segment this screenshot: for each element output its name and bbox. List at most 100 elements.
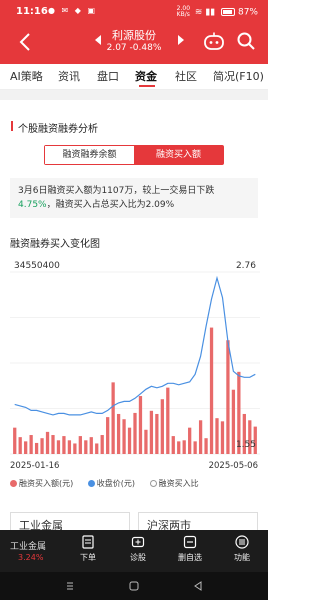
margin-buy-bar bbox=[45, 431, 50, 454]
robot-assistant-icon[interactable] bbox=[202, 31, 226, 51]
tab-ai-strategy[interactable]: AI策略 bbox=[10, 68, 43, 84]
summary-pct: 4.75% bbox=[18, 200, 47, 210]
system-nav-bar bbox=[0, 572, 268, 600]
margin-buy-bar bbox=[95, 443, 99, 454]
dock-functions-button[interactable]: 功能 bbox=[222, 535, 262, 563]
stock-change: -0.48% bbox=[129, 43, 162, 53]
segment-margin-buy[interactable]: 融资买入额 bbox=[134, 146, 223, 164]
margin-buy-bar bbox=[144, 429, 148, 454]
back-triangle-icon[interactable] bbox=[192, 580, 204, 592]
margin-buy-bar bbox=[18, 437, 22, 454]
chart-bars bbox=[13, 327, 257, 454]
margin-buy-bar bbox=[100, 435, 104, 454]
chart-svg: 34550400 2.76 1.55 2025-01-16 2025-05-06 bbox=[10, 261, 260, 471]
status-bar: 11:16 ● ✉ ◆ ▣ 2.00 KB/s ≋ ▮▮ 87% bbox=[0, 0, 268, 24]
dock-diagnose-button[interactable]: 诊股 bbox=[118, 535, 158, 563]
section-divider bbox=[0, 90, 268, 100]
summary-text-2: ，融资买入占总买入比为2.09% bbox=[46, 200, 175, 210]
margin-buy-bar bbox=[62, 436, 66, 454]
x-end-label: 2025-05-06 bbox=[209, 461, 258, 471]
margin-buy-bar bbox=[73, 443, 77, 454]
section-title: 个股融资融券分析 bbox=[18, 124, 98, 135]
legend-buy-ratio[interactable]: 融资买入比 bbox=[149, 479, 205, 488]
tab-community[interactable]: 社区 bbox=[175, 68, 197, 84]
margin-buy-bar bbox=[215, 418, 219, 454]
dock-remove-watch-button[interactable]: 删自选 bbox=[170, 535, 210, 563]
margin-buy-bar bbox=[226, 340, 230, 454]
segment-control: 融资融券余额 融资买入额 bbox=[44, 145, 224, 165]
margin-buy-bar bbox=[138, 396, 143, 454]
search-icon[interactable] bbox=[236, 31, 256, 51]
dock-order-button[interactable]: 下单 bbox=[68, 535, 108, 563]
right-min-label: 1.55 bbox=[236, 440, 256, 450]
margin-buy-bar bbox=[209, 327, 214, 454]
legend-buy-ratio-label: 融资买入比 bbox=[158, 479, 199, 488]
tab-funds[interactable]: 资金 bbox=[135, 68, 157, 84]
x-start-label: 2025-01-16 bbox=[10, 461, 59, 471]
segment-margin-balance[interactable]: 融资融券余额 bbox=[45, 146, 134, 164]
battery-level: 87% bbox=[237, 7, 258, 18]
dock-sector[interactable]: 工业金属 bbox=[10, 539, 46, 552]
margin-buy-bar bbox=[231, 389, 236, 454]
net-speed: 2.00 KB/s bbox=[177, 6, 190, 18]
stethoscope-icon bbox=[131, 536, 145, 548]
margin-buy-bar bbox=[116, 413, 121, 454]
margin-buy-bar bbox=[51, 435, 55, 454]
y-max-label: 34550400 bbox=[14, 261, 60, 271]
tab-order-book[interactable]: 盘口 bbox=[97, 68, 119, 84]
tab-news[interactable]: 资讯 bbox=[58, 68, 80, 84]
stock-quote: 2.07 -0.48% bbox=[0, 43, 268, 53]
margin-buy-bar bbox=[220, 421, 225, 454]
margin-buy-bar bbox=[111, 382, 115, 454]
legend-margin-buy[interactable]: 融资买入额(元) bbox=[10, 479, 79, 488]
tab-f10[interactable]: 简况(F10) bbox=[213, 68, 264, 84]
margin-buy-bar bbox=[182, 440, 186, 454]
margin-buy-bar bbox=[13, 427, 17, 454]
chart-legend: 融资买入额(元) 收盘价(元) 融资买入比 bbox=[10, 478, 265, 489]
right-max-label: 2.76 bbox=[236, 261, 256, 271]
card-sh-sz-market[interactable]: 沪深两市 bbox=[138, 512, 258, 532]
margin-buy-bar bbox=[193, 441, 197, 454]
related-cards: 工业金属 沪深两市 bbox=[10, 512, 258, 532]
tab-bar: AI策略 资讯 盘口 资金 社区 简况(F10) bbox=[0, 64, 268, 90]
status-right: 2.00 KB/s ≋ ▮▮ 87% bbox=[177, 6, 258, 18]
margin-buy-bar bbox=[133, 412, 137, 454]
menu-icon bbox=[235, 535, 249, 549]
legend-close-price[interactable]: 收盘价(元) bbox=[87, 479, 141, 488]
doc-icon bbox=[82, 535, 94, 549]
dock-sector-change: 3.24% bbox=[18, 553, 44, 562]
margin-buy-bar bbox=[188, 427, 192, 454]
wifi-icon: ≋ bbox=[194, 7, 203, 18]
home-square-icon[interactable] bbox=[128, 580, 140, 592]
margin-buy-bar bbox=[24, 441, 28, 454]
margin-buy-bar bbox=[171, 436, 175, 454]
margin-buy-bar bbox=[204, 438, 208, 454]
margin-buy-bar bbox=[198, 420, 203, 454]
next-stock-icon[interactable] bbox=[176, 34, 186, 46]
margin-buy-bar bbox=[166, 387, 170, 454]
margin-buy-bar bbox=[155, 413, 159, 454]
margin-buy-bar bbox=[160, 399, 164, 454]
dock-remove-watch-label: 删自选 bbox=[178, 553, 202, 562]
margin-buy-bar bbox=[84, 440, 88, 454]
dock-functions-label: 功能 bbox=[234, 553, 250, 562]
signal-icon: ▮▮ bbox=[205, 7, 216, 18]
margin-buy-chart[interactable]: 34550400 2.76 1.55 2025-01-16 2025-05-06 bbox=[10, 256, 260, 476]
net-speed-unit: KB/s bbox=[176, 11, 190, 18]
card-industrial-metals[interactable]: 工业金属 bbox=[10, 512, 130, 532]
battery-icon bbox=[221, 8, 236, 16]
margin-buy-bar bbox=[89, 437, 93, 454]
stock-price: 2.07 bbox=[106, 43, 127, 53]
legend-close-price-label: 收盘价(元) bbox=[96, 479, 136, 488]
margin-buy-bar bbox=[106, 417, 110, 454]
margin-buy-bar bbox=[34, 442, 39, 454]
close-price-line bbox=[14, 275, 256, 416]
margin-buy-bar bbox=[56, 440, 61, 454]
menu-lines-icon[interactable] bbox=[64, 580, 76, 592]
notification-icons: ● ✉ ◆ ▣ bbox=[48, 6, 98, 15]
margin-buy-bar bbox=[29, 435, 33, 454]
dock-diagnose-label: 诊股 bbox=[130, 553, 146, 562]
chart-title: 融资融券买入变化图 bbox=[10, 239, 100, 250]
legend-margin-buy-label: 融资买入额(元) bbox=[19, 479, 74, 488]
stock-header: 11:16 ● ✉ ◆ ▣ 2.00 KB/s ≋ ▮▮ 87% 利源股份 2.0… bbox=[0, 0, 268, 64]
